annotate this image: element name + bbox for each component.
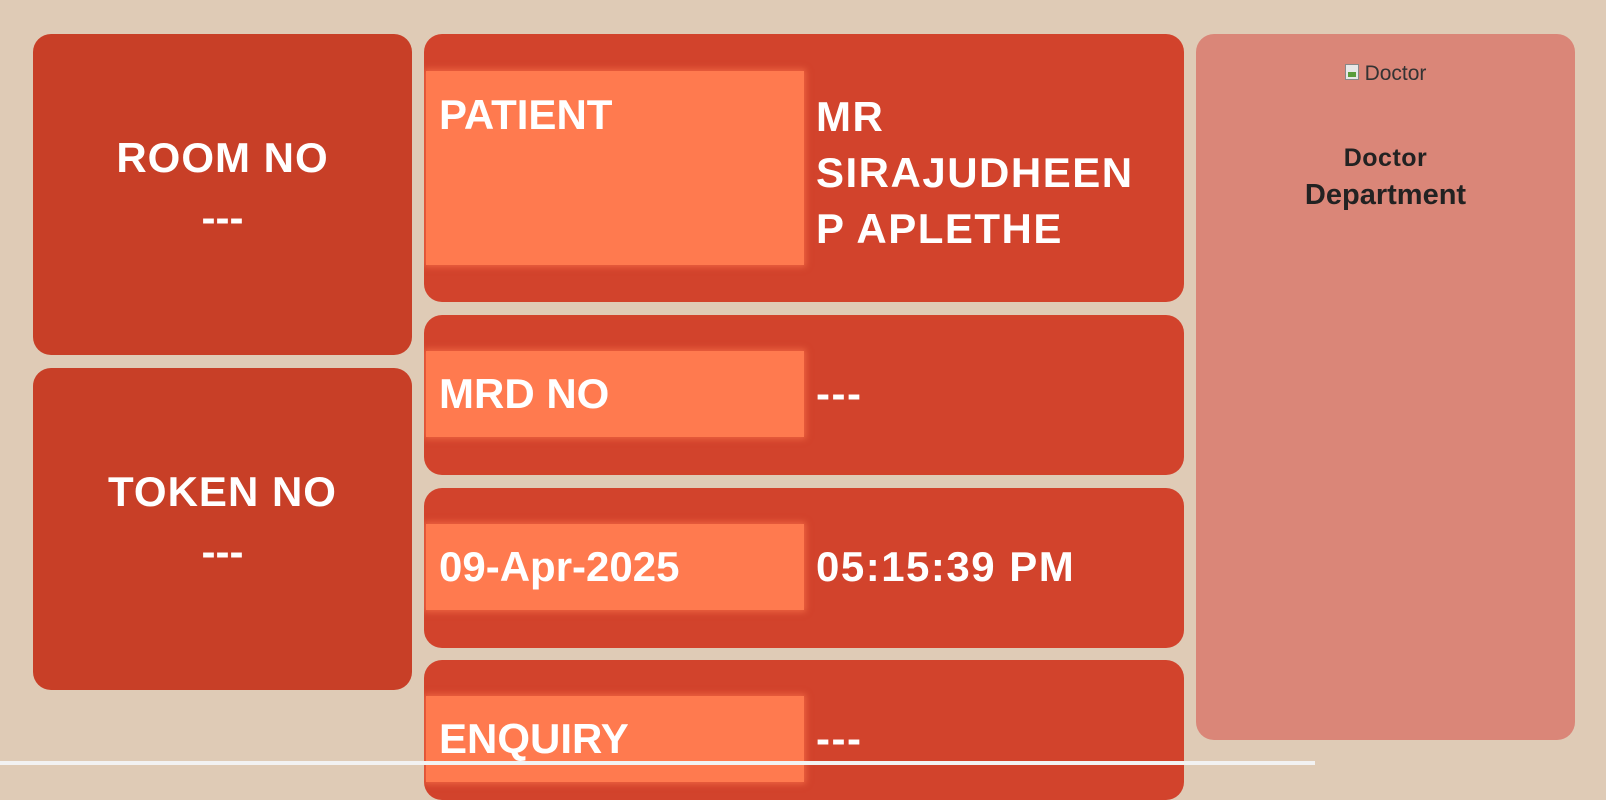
enquiry-label: ENQUIRY xyxy=(426,696,804,782)
broken-image-icon xyxy=(1344,64,1359,80)
doctor-photo-alt: Doctor xyxy=(1364,62,1427,85)
enquiry-card: ENQUIRY --- xyxy=(424,660,1184,800)
datetime-card: 09-Apr-2025 05:15:39 PM xyxy=(424,488,1184,648)
room-number-value: --- xyxy=(201,194,244,241)
doctor-department: Department xyxy=(1304,179,1467,211)
mrd-number-label: MRD NO xyxy=(426,351,804,437)
room-number-label: ROOM NO xyxy=(116,134,329,181)
patient-card: PATIENT MR SIRAJUDHEEN P APLETHE xyxy=(424,34,1184,302)
current-date: 09-Apr-2025 xyxy=(426,524,804,610)
patient-name-line-3: P APLETHE xyxy=(816,205,1063,252)
token-number-value: --- xyxy=(201,528,244,575)
patient-name-line-2: SIRAJUDHEEN xyxy=(816,149,1134,196)
enquiry-value: --- xyxy=(816,715,863,762)
patient-label: PATIENT xyxy=(426,71,804,265)
room-number-card: ROOM NO --- xyxy=(33,34,412,355)
mrd-number-value: --- xyxy=(816,370,863,417)
patient-name: MR SIRAJUDHEEN P APLETHE xyxy=(816,89,1164,257)
token-number-card: TOKEN NO --- xyxy=(33,368,412,690)
doctor-photo: Doctor xyxy=(1344,62,1427,86)
doctor-panel: Doctor Doctor Department xyxy=(1196,34,1575,740)
horizontal-scrollbar[interactable] xyxy=(0,761,1315,765)
token-number-label: TOKEN NO xyxy=(108,468,337,515)
patient-name-line-1: MR xyxy=(816,93,885,140)
mrd-number-card: MRD NO --- xyxy=(424,315,1184,475)
doctor-name: Doctor xyxy=(1343,144,1428,172)
current-time: 05:15:39 PM xyxy=(816,543,1076,590)
